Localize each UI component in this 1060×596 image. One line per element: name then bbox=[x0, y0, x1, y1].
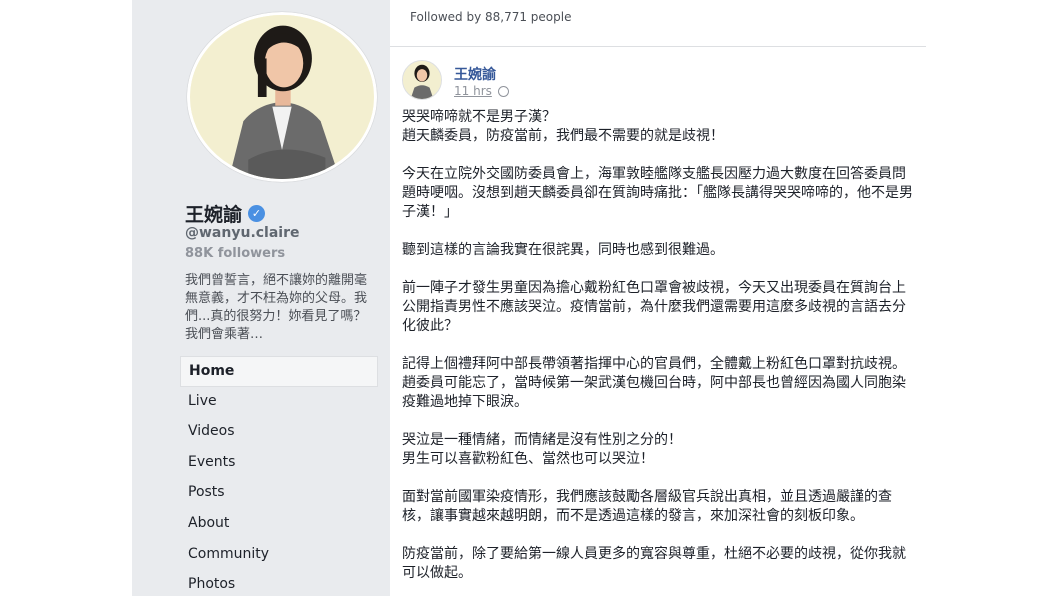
feed-column: Followed by 88,771 people 王婉諭 11 hrs 哭哭啼… bbox=[390, 0, 926, 596]
nav-item-about[interactable]: About bbox=[180, 509, 378, 540]
post-paragraph: 哭哭啼啼就不是男子漢？ 趙天麟委員，防疫當前，我們最不需要的就是歧視！ bbox=[402, 109, 724, 144]
post-author-avatar[interactable] bbox=[402, 60, 442, 100]
nav-item-photos[interactable]: Photos bbox=[180, 570, 378, 596]
profile-photo-image bbox=[190, 15, 374, 179]
profile-name[interactable]: 王婉諭 bbox=[185, 200, 242, 227]
facebook-page-frame: 王婉諭 ✓ @wanyu.claire 88K followers 我們曾誓言，… bbox=[132, 0, 926, 596]
nav-item-community[interactable]: Community bbox=[180, 540, 378, 571]
post-paragraph: 防疫當前，除了要給第一線人員更多的寬容與尊重，杜絕不必要的歧視，從你我就可以做起… bbox=[402, 546, 906, 581]
post-body: 哭哭啼啼就不是男子漢？ 趙天麟委員，防疫當前，我們最不需要的就是歧視！ 今天在立… bbox=[402, 108, 918, 596]
verified-badge-icon: ✓ bbox=[248, 205, 266, 222]
post-paragraph: 前一陣子才發生男童因為擔心戴粉紅色口罩會被歧視，今天又出現委員在質詢台上公開指責… bbox=[402, 280, 906, 334]
post-meta: 11 hrs bbox=[454, 84, 509, 98]
profile-sidebar: 王婉諭 ✓ @wanyu.claire 88K followers 我們曾誓言，… bbox=[132, 0, 390, 596]
profile-handle[interactable]: @wanyu.claire bbox=[185, 225, 300, 241]
followed-by-text: Followed by 88,771 people bbox=[410, 10, 572, 24]
post-paragraph: 哭泣是一種情緒，而情緒是沒有性別之分的！ 男生可以喜歡粉紅色、當然也可以哭泣！ bbox=[402, 432, 682, 467]
post-author-name[interactable]: 王婉諭 bbox=[454, 64, 496, 84]
profile-followers: 88K followers bbox=[185, 246, 286, 261]
profile-about: 我們曾誓言，絕不讓妳的離開毫無意義，才不枉為妳的父母。我們...真的很努力！妳看… bbox=[185, 273, 368, 342]
nav-item-posts[interactable]: Posts bbox=[180, 478, 378, 509]
page-nav: Home Live Videos Events Posts About Comm… bbox=[180, 356, 378, 596]
globe-icon bbox=[497, 85, 509, 97]
post-paragraph: 記得上個禮拜阿中部長帶領著指揮中心的官員們，全體戴上粉紅色口罩對抗歧視。趙委員可… bbox=[402, 356, 906, 410]
post-paragraph: 今天在立院外交國防委員會上，海軍敦睦艦隊支艦長因壓力過大數度在回答委員問題時哽咽… bbox=[402, 166, 913, 220]
post-author-avatar-image bbox=[403, 61, 441, 99]
profile-photo[interactable] bbox=[187, 12, 377, 182]
divider bbox=[390, 46, 926, 47]
post-paragraph: 面對當前國軍染疫情形，我們應該鼓勵各層級官兵說出真相，並且透過嚴謹的查核，讓事實… bbox=[402, 489, 892, 524]
nav-item-live[interactable]: Live bbox=[180, 387, 378, 418]
nav-item-videos[interactable]: Videos bbox=[180, 417, 378, 448]
post-paragraph: 聽到這樣的言論我實在很詫異，同時也感到很難過。 bbox=[402, 242, 724, 258]
profile-name-row: 王婉諭 ✓ bbox=[185, 200, 266, 227]
post-timestamp[interactable]: 11 hrs bbox=[454, 84, 492, 98]
nav-item-events[interactable]: Events bbox=[180, 448, 378, 479]
nav-item-home[interactable]: Home bbox=[180, 356, 378, 387]
